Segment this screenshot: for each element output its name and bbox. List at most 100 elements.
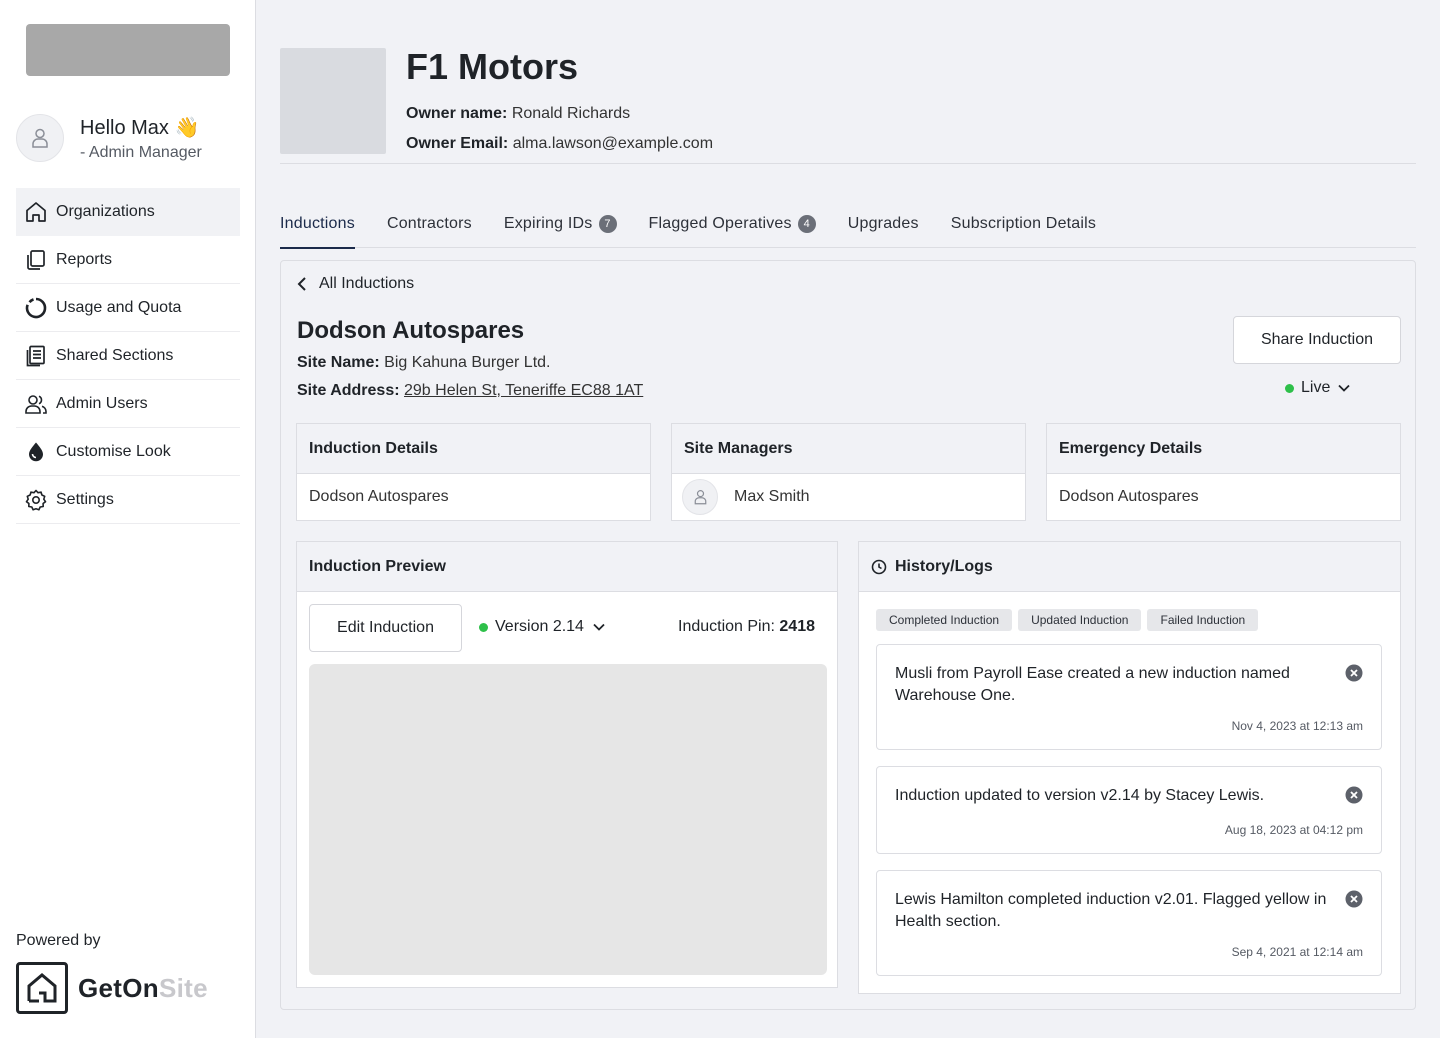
sidebar-item-label: Admin Users	[56, 394, 148, 412]
reports-icon	[27, 249, 45, 270]
organization-logo	[280, 48, 386, 154]
sidebar-item-settings[interactable]: Settings	[16, 476, 240, 524]
sidebar-item-label: Organizations	[56, 202, 155, 220]
owner-email: Owner Email: alma.lawson@example.com	[406, 135, 714, 152]
induction-panel: All Inductions Dodson Autospares Site Na…	[280, 260, 1416, 1010]
log-entry: Musli from Payroll Ease created a new in…	[876, 644, 1382, 750]
card-title: Induction Preview	[297, 542, 837, 592]
status-dropdown[interactable]: Live	[1285, 379, 1350, 397]
card-value: Dodson Autospares	[1059, 488, 1199, 505]
user-profile[interactable]: Hello Max 👋 - Admin Manager	[16, 114, 202, 162]
tab-inductions[interactable]: Inductions	[280, 200, 355, 249]
site-name: Site Name: Big Kahuna Burger Ltd.	[297, 354, 551, 371]
tab-upgrades[interactable]: Upgrades	[848, 200, 919, 248]
sidebar-item-usage[interactable]: Usage and Quota	[16, 284, 240, 332]
log-timestamp: Aug 18, 2023 at 04:12 pm	[1224, 823, 1363, 837]
sidebar: Hello Max 👋 - Admin Manager Organization…	[0, 0, 256, 1038]
log-entry: Lewis Hamilton completed induction v2.01…	[876, 870, 1382, 976]
version-label: Version 2.14	[495, 618, 584, 635]
app-logo-placeholder[interactable]	[26, 24, 230, 76]
tab-flagged-operatives[interactable]: Flagged Operatives 4	[649, 200, 816, 248]
user-role: - Admin Manager	[80, 143, 202, 161]
owner-name: Owner name: Ronald Richards	[406, 105, 631, 122]
card-value: Dodson Autospares	[309, 488, 449, 505]
induction-details-card: Induction Details Dodson Autospares	[296, 423, 651, 521]
log-entry: Induction updated to version v2.14 by St…	[876, 766, 1382, 854]
sidebar-item-admin-users[interactable]: Admin Users	[16, 380, 240, 428]
header-divider	[280, 163, 1416, 164]
site-managers-card: Site Managers Max Smith	[671, 423, 1026, 521]
brand-logo-mark	[16, 962, 68, 1014]
manager-name: Max Smith	[734, 488, 810, 505]
close-icon[interactable]	[1345, 786, 1363, 804]
card-title: Emergency Details	[1047, 424, 1400, 474]
sidebar-item-label: Reports	[56, 250, 113, 268]
chevron-down-icon	[593, 623, 605, 631]
tab-expiring-ids[interactable]: Expiring IDs 7	[504, 200, 617, 248]
back-label: All Inductions	[319, 275, 415, 292]
brand-logo: GetOnSite	[16, 962, 208, 1014]
user-icon	[694, 490, 706, 505]
brand-wordmark: GetOnSite	[78, 972, 208, 1003]
back-to-all-inductions[interactable]: All Inductions	[297, 275, 414, 293]
org-tabs: Inductions Contractors Expiring IDs 7 Fla…	[280, 200, 1416, 249]
log-text: Musli from Payroll Ease created a new in…	[895, 665, 1290, 704]
edit-induction-button[interactable]: Edit Induction	[309, 604, 462, 652]
user-icon	[32, 128, 48, 148]
count-badge: 4	[797, 214, 816, 233]
droplet-icon	[29, 442, 43, 461]
users-icon	[25, 394, 47, 414]
induction-title: Dodson Autospares	[297, 317, 525, 344]
induction-pin: Induction Pin: 2418	[678, 618, 815, 635]
usage-icon	[25, 297, 47, 318]
sidebar-item-label: Usage and Quota	[56, 298, 182, 316]
sidebar-nav: Organizations Reports Usage and Quota Sh…	[16, 188, 240, 524]
gear-icon	[25, 489, 47, 511]
user-avatar[interactable]	[16, 114, 64, 162]
filter-updated-induction[interactable]: Updated Induction	[1018, 609, 1142, 631]
version-dropdown[interactable]: Version 2.14	[479, 618, 605, 636]
induction-preview-frame[interactable]	[309, 664, 827, 975]
sidebar-item-shared-sections[interactable]: Shared Sections	[16, 332, 240, 380]
manager-avatar	[682, 479, 718, 515]
filter-failed-induction[interactable]: Failed Induction	[1147, 609, 1259, 631]
log-timestamp: Sep 4, 2021 at 12:14 am	[1231, 945, 1363, 959]
user-greeting: Hello Max 👋	[80, 116, 200, 139]
history-logs-card: History/Logs Completed Induction Updated…	[858, 541, 1401, 994]
clock-icon	[871, 559, 887, 574]
close-icon[interactable]	[1345, 664, 1363, 682]
site-manager-row[interactable]: Max Smith	[672, 474, 1025, 520]
tab-contractors[interactable]: Contractors	[387, 200, 472, 248]
share-induction-button[interactable]: Share Induction	[1233, 316, 1401, 364]
log-filters: Completed Induction Updated Induction Fa…	[876, 609, 1264, 631]
sidebar-item-customise-look[interactable]: Customise Look	[16, 428, 240, 476]
organization-name: F1 Motors	[406, 46, 579, 87]
sidebar-item-organizations[interactable]: Organizations	[16, 188, 240, 236]
card-title: Site Managers	[672, 424, 1025, 474]
sidebar-item-reports[interactable]: Reports	[16, 236, 240, 284]
history-header: History/Logs	[859, 542, 1400, 592]
site-address-link[interactable]: 29b Helen St, Teneriffe EC88 1AT	[404, 382, 643, 399]
site-address: Site Address: 29b Helen St, Teneriffe EC…	[297, 382, 644, 399]
card-title: Induction Details	[297, 424, 650, 474]
log-text: Induction updated to version v2.14 by St…	[895, 787, 1265, 804]
card-title: History/Logs	[895, 557, 993, 575]
status-dot	[1285, 383, 1294, 393]
shared-sections-icon	[26, 345, 45, 366]
tab-subscription-details[interactable]: Subscription Details	[951, 200, 1096, 248]
log-text: Lewis Hamilton completed induction v2.01…	[895, 891, 1327, 930]
sidebar-item-label: Customise Look	[56, 442, 171, 460]
powered-by-label: Powered by	[16, 932, 101, 949]
sidebar-item-label: Shared Sections	[56, 346, 174, 364]
filter-completed-induction[interactable]: Completed Induction	[876, 609, 1013, 631]
emergency-details-card: Emergency Details Dodson Autospares	[1046, 423, 1401, 521]
count-badge: 7	[598, 214, 617, 233]
log-timestamp: Nov 4, 2023 at 12:13 am	[1231, 719, 1363, 733]
version-status-dot	[479, 622, 488, 632]
close-icon[interactable]	[1345, 890, 1363, 908]
home-icon	[26, 201, 46, 222]
sidebar-item-label: Settings	[56, 490, 114, 508]
status-label: Live	[1301, 379, 1331, 396]
chevron-down-icon	[1338, 384, 1350, 392]
induction-preview-card: Induction Preview Edit Induction Version…	[296, 541, 838, 988]
